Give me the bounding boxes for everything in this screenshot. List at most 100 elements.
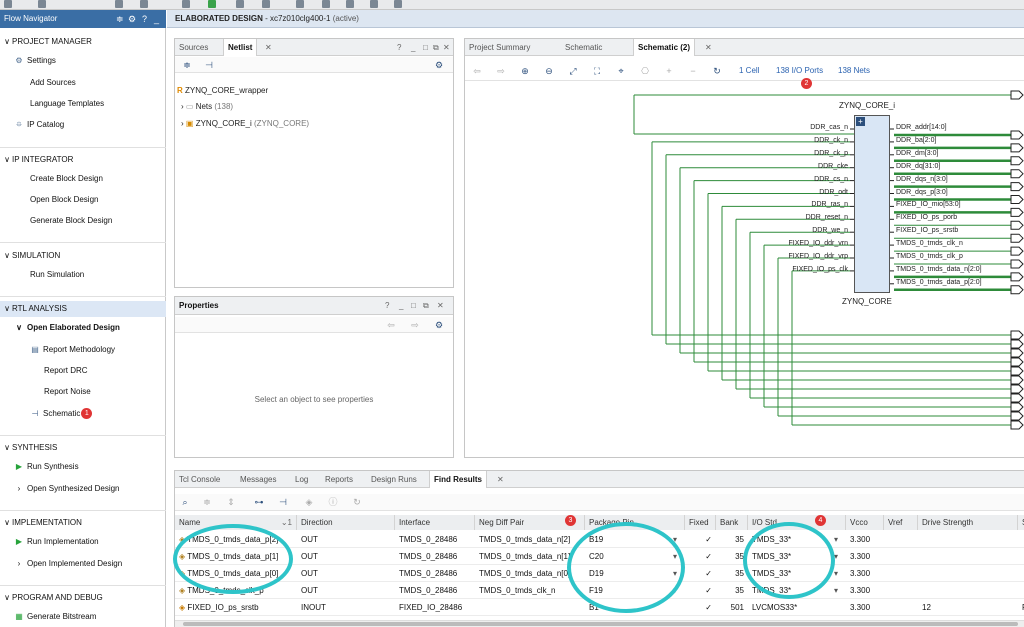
section-simulation[interactable]: ∨ SIMULATION [0, 248, 166, 264]
section-rtl-analysis[interactable]: ∨ RTL ANALYSIS [0, 301, 166, 317]
port-connector[interactable] [1010, 420, 1024, 430]
help-icon[interactable]: ? [397, 39, 401, 56]
col-interface[interactable]: Interface [395, 515, 475, 530]
port-connector[interactable] [1010, 156, 1024, 166]
close-panel-icon[interactable]: ✕ [443, 39, 450, 56]
tab-messages[interactable]: Messages [236, 471, 280, 488]
minimize-icon[interactable]: _ [399, 297, 403, 314]
expand-all-icon[interactable]: ⇕ [225, 496, 237, 508]
close-panel-icon[interactable]: ✕ [437, 297, 444, 314]
float-icon[interactable]: ⧉ [433, 39, 439, 56]
nav-add-sources[interactable]: Add Sources [30, 76, 76, 90]
port-connector[interactable] [1010, 182, 1024, 192]
zoom-fit-icon[interactable]: ⤢ [567, 65, 579, 77]
nav-open-implemented-design[interactable]: › Open Implemented Design [14, 557, 123, 571]
undo-icon[interactable] [115, 0, 123, 8]
gear-icon[interactable]: ⚙ [128, 10, 136, 28]
settings-icon[interactable] [296, 0, 304, 8]
save-icon[interactable] [38, 0, 46, 8]
back-icon[interactable]: ⇦ [471, 65, 483, 77]
scrollbar-thumb[interactable] [183, 622, 1018, 626]
zoom-area-icon[interactable]: ⛶ [591, 65, 603, 77]
col-s[interactable]: S [1018, 515, 1024, 530]
tab-schematic-2[interactable]: Schematic (2) [633, 39, 696, 56]
port-connector[interactable] [1010, 348, 1024, 358]
dropdown-arrow-icon[interactable]: ▾ [834, 565, 838, 582]
nets-link[interactable]: 138 Nets [838, 63, 870, 79]
restore-icon[interactable]: □ [423, 39, 428, 56]
nav-open-synthesized-design[interactable]: › Open Synthesized Design [14, 482, 120, 496]
port-connector[interactable] [1010, 169, 1024, 179]
minimize-icon[interactable]: _ [411, 39, 415, 56]
schematic-canvas[interactable]: ZYNQ_CORE_i + ZYNQ_CORE DDR_cas_n DDR_ck_… [466, 78, 1024, 456]
gear-icon[interactable]: ⚙ [433, 59, 445, 71]
minimize-icon[interactable]: _ [154, 10, 159, 28]
copy-icon[interactable] [182, 0, 190, 8]
port-connector[interactable] [1010, 90, 1024, 100]
redo-icon[interactable] [140, 0, 148, 8]
schematic-icon[interactable]: ⊣ [203, 59, 215, 71]
nav-create-block-design[interactable]: Create Block Design [30, 172, 103, 186]
crosshair-icon[interactable]: ⌖ [615, 65, 627, 77]
tab-tcl-console[interactable]: Tcl Console [175, 471, 224, 488]
tree-root[interactable]: R ZYNQ_CORE_wrapper [177, 84, 268, 98]
collapse-all-icon[interactable]: ≑ [116, 10, 124, 28]
cell-iostd[interactable]: LVCMOS33* [748, 599, 846, 616]
collapse-all-icon[interactable]: ≑ [181, 59, 193, 71]
port-connector[interactable] [1010, 393, 1024, 403]
nav-report-drc[interactable]: Report DRC [44, 364, 88, 378]
tab-sources[interactable]: Sources [175, 39, 212, 56]
nav-schematic[interactable]: ⊣ Schematic 1 [30, 407, 93, 421]
section-ip-integrator[interactable]: ∨ IP INTEGRATOR [0, 152, 166, 168]
collapse-all-icon[interactable]: ≑ [201, 496, 213, 508]
step-icon[interactable] [236, 0, 244, 8]
close-design-icon[interactable] [346, 0, 354, 8]
tab-project-summary[interactable]: Project Summary [465, 39, 534, 56]
port-connector[interactable] [1010, 375, 1024, 385]
tree-cell[interactable]: › ▣ ZYNQ_CORE_i (ZYNQ_CORE) [181, 117, 309, 131]
help-icon[interactable]: ? [385, 297, 389, 314]
tab-schematic[interactable]: Schematic [561, 39, 606, 56]
port-connector[interactable] [1010, 207, 1024, 217]
port-connector[interactable] [1010, 366, 1024, 376]
horizontal-scrollbar[interactable] [175, 620, 1024, 627]
port-connector[interactable] [1010, 330, 1024, 340]
program-icon[interactable] [262, 0, 270, 8]
nav-run-implementation[interactable]: ▶ Run Implementation [14, 535, 99, 549]
nav-open-block-design[interactable]: Open Block Design [30, 193, 98, 207]
nav-generate-bitstream[interactable]: ▦ Generate Bitstream [14, 610, 96, 624]
zoom-in-icon[interactable]: ⊕ [519, 65, 531, 77]
search-icon[interactable]: ⌕ [179, 496, 191, 508]
section-program-and-debug[interactable]: ∨ PROGRAM AND DEBUG [0, 590, 166, 606]
tab-design-runs[interactable]: Design Runs [367, 471, 421, 488]
close-icon[interactable]: ✕ [265, 39, 272, 56]
col-vref[interactable]: Vref [884, 515, 918, 530]
expand-cell-icon[interactable]: + [856, 117, 865, 126]
tree-nets[interactable]: › ▭ Nets (138) [181, 100, 233, 114]
expand-icon[interactable]: ⎔ [639, 65, 651, 77]
forward-icon[interactable]: ⇨ [409, 319, 421, 331]
back-icon[interactable]: ⇦ [385, 319, 397, 331]
nav-open-elaborated-design[interactable]: ∨ Open Elaborated Design [14, 321, 120, 335]
tab-netlist[interactable]: Netlist [223, 39, 258, 56]
port-connector[interactable] [1010, 411, 1024, 421]
info-icon[interactable]: ⓘ [327, 496, 339, 508]
tab-reports[interactable]: Reports [321, 471, 357, 488]
port-connector[interactable] [1010, 339, 1024, 349]
menu-icon[interactable] [4, 0, 12, 8]
cells-link[interactable]: 1 Cell [739, 63, 759, 79]
forward-icon[interactable]: ⇨ [495, 65, 507, 77]
refresh-icon[interactable]: ↻ [711, 65, 723, 77]
nav-ip-catalog[interactable]: ⯐ IP Catalog [14, 118, 64, 132]
schematic-icon[interactable]: ⊣ [277, 496, 289, 508]
port-connector[interactable] [1010, 143, 1024, 153]
close-icon[interactable]: ✕ [705, 39, 712, 56]
refresh-icon[interactable]: ↻ [351, 496, 363, 508]
run-icon[interactable] [208, 0, 216, 8]
zynq-core-cell[interactable] [854, 115, 890, 293]
layout-icon[interactable] [322, 0, 330, 8]
zoom-out-icon[interactable]: ⊖ [543, 65, 555, 77]
close-icon[interactable]: ✕ [497, 471, 504, 488]
port-connector[interactable] [1010, 233, 1024, 243]
port-connector[interactable] [1010, 259, 1024, 269]
